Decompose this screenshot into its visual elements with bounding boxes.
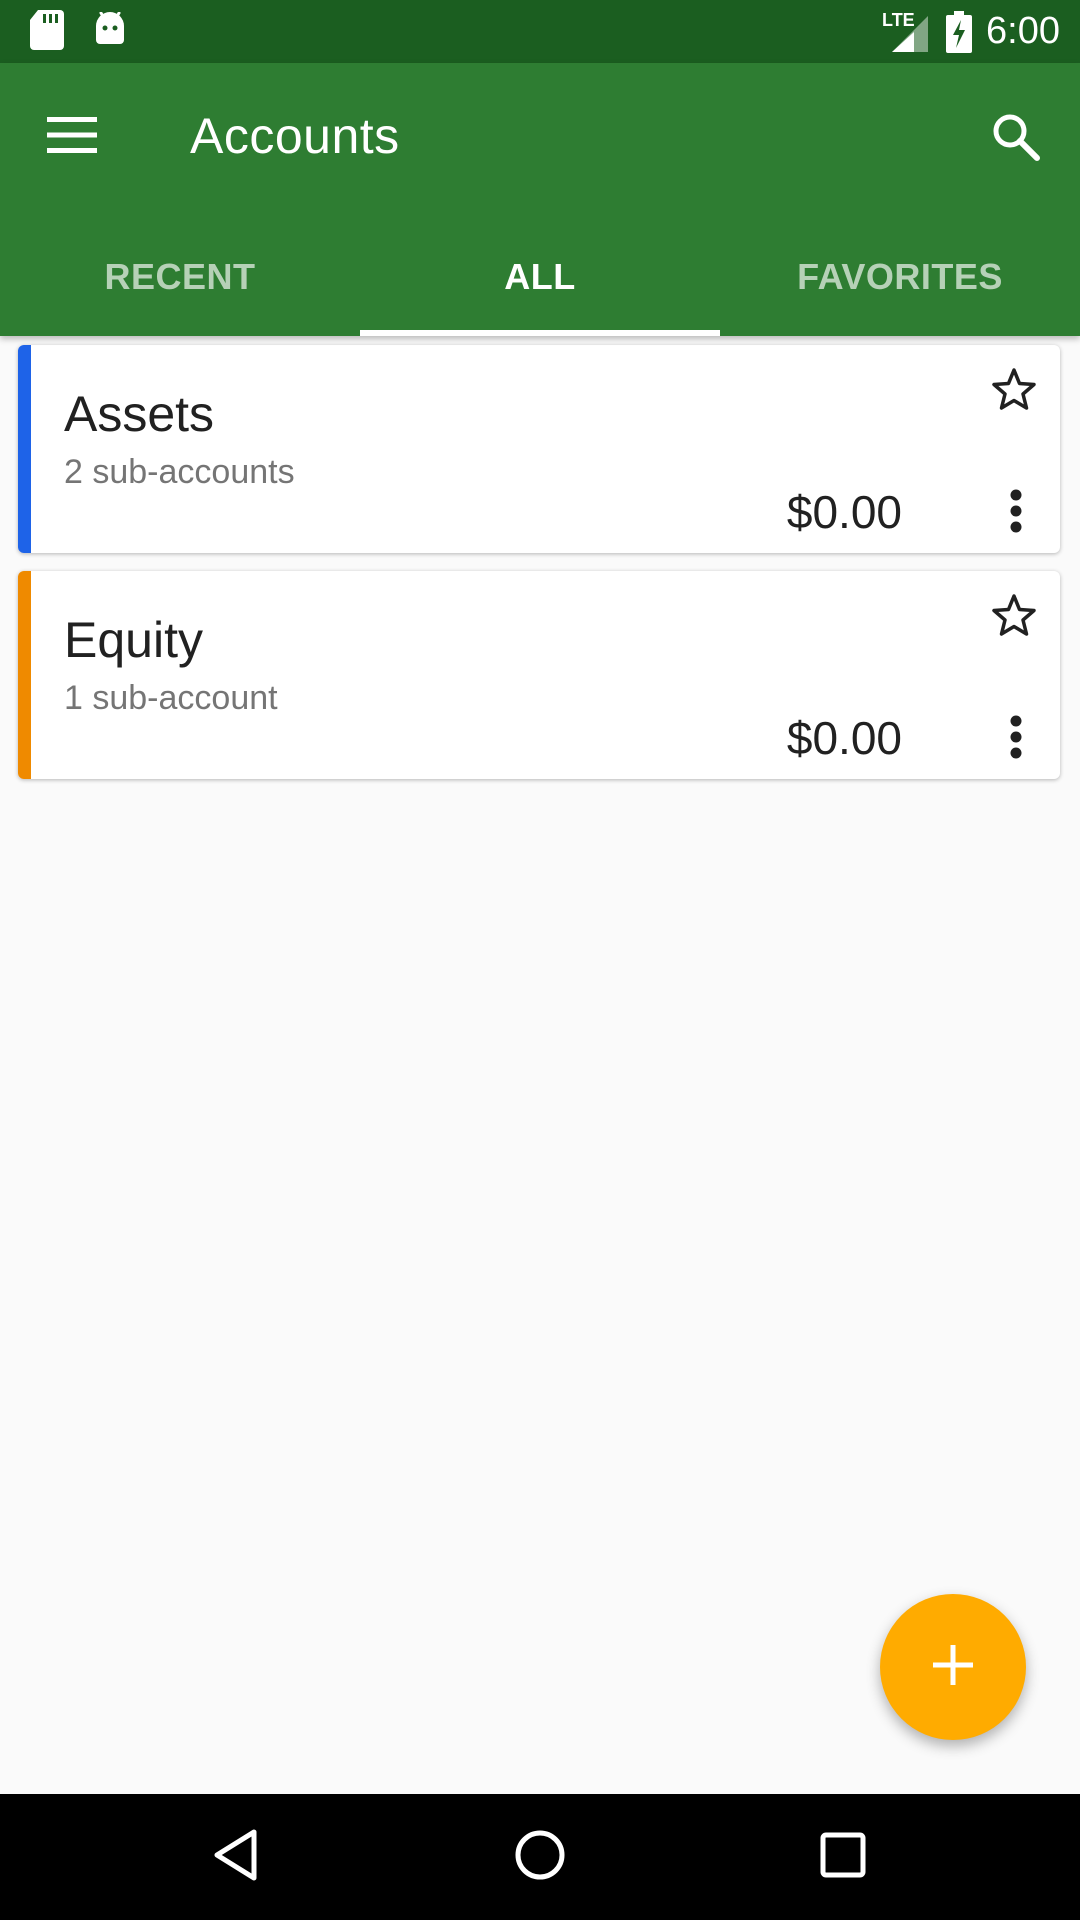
account-color-stripe (18, 345, 31, 553)
menu-button[interactable] (36, 101, 108, 173)
favorite-button[interactable] (986, 363, 1042, 419)
sd-card-icon (30, 10, 64, 55)
account-card-equity[interactable]: Equity 1 sub-account $0.00 (18, 571, 1060, 779)
more-vert-icon (1009, 715, 1023, 764)
tab-recent[interactable]: RECENT (0, 218, 360, 336)
account-color-stripe (18, 571, 31, 779)
home-icon (514, 1829, 566, 1886)
more-options-button[interactable] (988, 711, 1044, 767)
tab-bar: RECENT ALL FAVORITES (0, 218, 1080, 336)
tab-favorites[interactable]: FAVORITES (720, 218, 1080, 336)
recents-icon (820, 1832, 866, 1883)
back-button[interactable] (196, 1817, 276, 1897)
star-outline-icon (991, 367, 1037, 416)
search-icon (991, 112, 1041, 167)
back-icon (212, 1828, 260, 1887)
status-right: LTE 6:00 (882, 0, 1060, 63)
app-bar: Accounts RECENT ALL FAVORITES (0, 63, 1080, 336)
android-icon (94, 11, 126, 51)
favorite-button[interactable] (986, 589, 1042, 645)
search-button[interactable] (976, 99, 1056, 179)
account-card-assets[interactable]: Assets 2 sub-accounts $0.00 (18, 345, 1060, 553)
recents-button[interactable] (803, 1817, 883, 1897)
more-options-button[interactable] (988, 485, 1044, 541)
screen: LTE 6:00 Accounts RECENT ALL FAVORITES A… (0, 0, 1080, 1920)
plus-icon (933, 1644, 973, 1690)
star-outline-icon (991, 593, 1037, 642)
account-balance: $0.00 (786, 486, 902, 538)
page-title: Accounts (190, 108, 400, 164)
account-name: Assets (64, 386, 215, 442)
battery-charging-icon (946, 10, 973, 53)
account-balance: $0.00 (786, 712, 902, 764)
more-vert-icon (1009, 489, 1023, 538)
add-account-button[interactable] (880, 1594, 1026, 1740)
account-subtitle: 2 sub-accounts (64, 453, 295, 491)
status-time: 6:00 (986, 10, 1060, 52)
navigation-bar (0, 1794, 1080, 1920)
tab-all[interactable]: ALL (360, 218, 720, 336)
hamburger-menu-icon (47, 116, 97, 158)
status-bar: LTE 6:00 (0, 0, 1080, 63)
home-button[interactable] (500, 1817, 580, 1897)
account-subtitle: 1 sub-account (64, 679, 278, 717)
account-name: Equity (64, 612, 203, 668)
signal-icon: LTE (882, 10, 932, 52)
